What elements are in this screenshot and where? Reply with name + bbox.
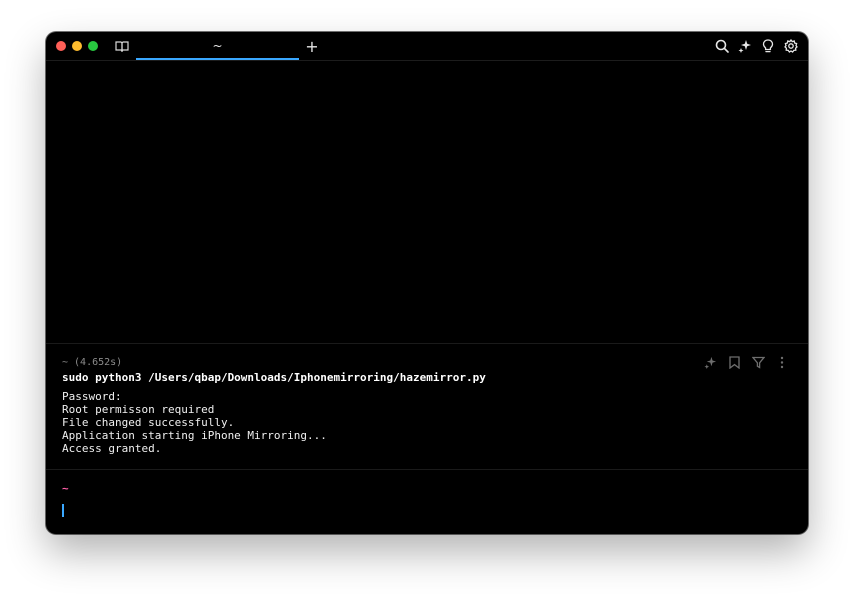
- ai-sparkle-icon[interactable]: [737, 38, 753, 54]
- maximize-window-button[interactable]: [88, 41, 98, 51]
- close-window-button[interactable]: [56, 41, 66, 51]
- tab-home[interactable]: ~: [136, 32, 299, 60]
- title-bar: ~ +: [46, 32, 808, 61]
- block-separator-bottom: [46, 469, 808, 470]
- new-tab-button[interactable]: +: [304, 36, 320, 56]
- tab-title: ~: [212, 39, 223, 53]
- command-output: Password: Root permisson required File c…: [62, 390, 792, 455]
- prompt-symbol: ~: [62, 482, 69, 495]
- bookmark-icon[interactable]: [726, 354, 742, 370]
- search-icon[interactable]: [714, 38, 730, 54]
- book-icon[interactable]: [114, 38, 130, 54]
- minimize-window-button[interactable]: [72, 41, 82, 51]
- output-line: Access granted.: [62, 442, 162, 455]
- input-cursor[interactable]: [62, 504, 64, 517]
- block-actions: [702, 354, 790, 370]
- output-line: Root permisson required: [62, 403, 215, 416]
- command-text: sudo python3 /Users/qbap/Downloads/Iphon…: [62, 371, 486, 384]
- settings-gear-icon[interactable]: [783, 38, 799, 54]
- plus-icon: +: [305, 36, 319, 56]
- filter-icon[interactable]: [750, 354, 766, 370]
- command-block[interactable]: ~ (4.652s) sudo python3 /Users/qbap/Down…: [62, 356, 792, 455]
- active-tab-indicator: [136, 58, 299, 60]
- terminal-window: ~ + ~ (4.652s) sudo python3 /Users/qbap/…: [46, 32, 808, 534]
- output-line: Application starting iPhone Mirroring...: [62, 429, 327, 442]
- more-vertical-icon[interactable]: [774, 354, 790, 370]
- output-line: Password:: [62, 390, 122, 403]
- lightbulb-icon[interactable]: [760, 38, 776, 54]
- block-separator-top: [46, 343, 808, 344]
- ai-sparkle-icon[interactable]: [702, 354, 718, 370]
- block-meta: ~ (4.652s): [62, 357, 123, 368]
- output-line: File changed successfully.: [62, 416, 235, 429]
